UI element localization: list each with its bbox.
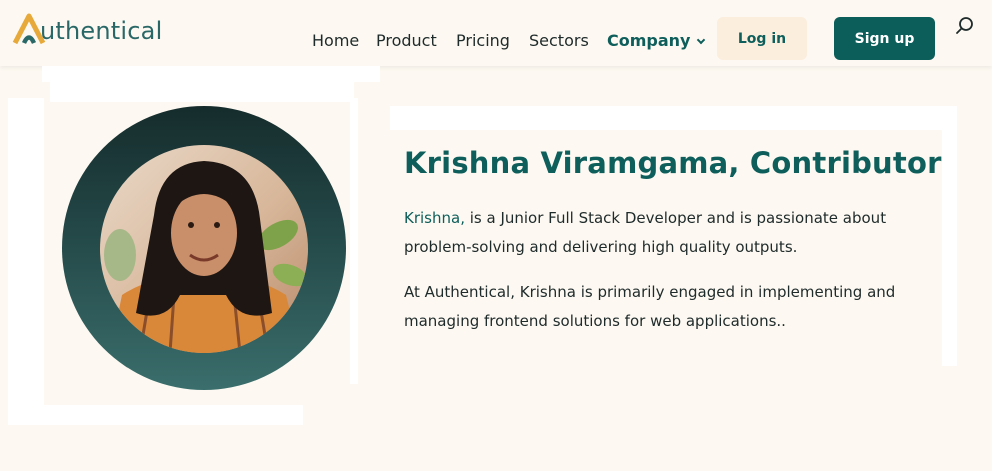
bio-paragraph-1: Krishna, is a Junior Full Stack Develope… — [404, 204, 934, 262]
decor-block — [390, 106, 957, 130]
nav-company[interactable]: Company — [607, 31, 706, 50]
bio-text: is a Junior Full Stack Developer and is … — [404, 209, 887, 256]
decor-block — [44, 405, 303, 425]
decor-block — [8, 98, 44, 425]
nav-home[interactable]: Home — [312, 31, 359, 50]
chevron-down-icon — [697, 35, 706, 45]
bio-name: Krishna, — [404, 209, 465, 227]
nav-pricing[interactable]: Pricing — [456, 31, 510, 50]
nav-product[interactable]: Product — [376, 31, 437, 50]
bio-paragraph-2: At Authentical, Krishna is primarily eng… — [404, 283, 896, 330]
avatar-photo — [100, 145, 308, 353]
decor-block — [942, 130, 957, 366]
decor-block — [42, 66, 380, 82]
login-button[interactable]: Log in — [717, 17, 807, 60]
profile-title: Krishna Viramgama, Contributor — [404, 146, 942, 180]
search-icon[interactable] — [955, 16, 975, 36]
site-header: uthentical Home Product Pricing Sectors … — [0, 0, 992, 66]
nav-company-label: Company — [607, 31, 691, 50]
signup-button[interactable]: Sign up — [834, 17, 935, 60]
nav-sectors[interactable]: Sectors — [529, 31, 589, 50]
brand-logo[interactable]: uthentical — [12, 12, 162, 46]
decor-block — [50, 82, 354, 102]
decor-block — [350, 98, 358, 384]
brand-name: uthentical — [40, 17, 163, 45]
